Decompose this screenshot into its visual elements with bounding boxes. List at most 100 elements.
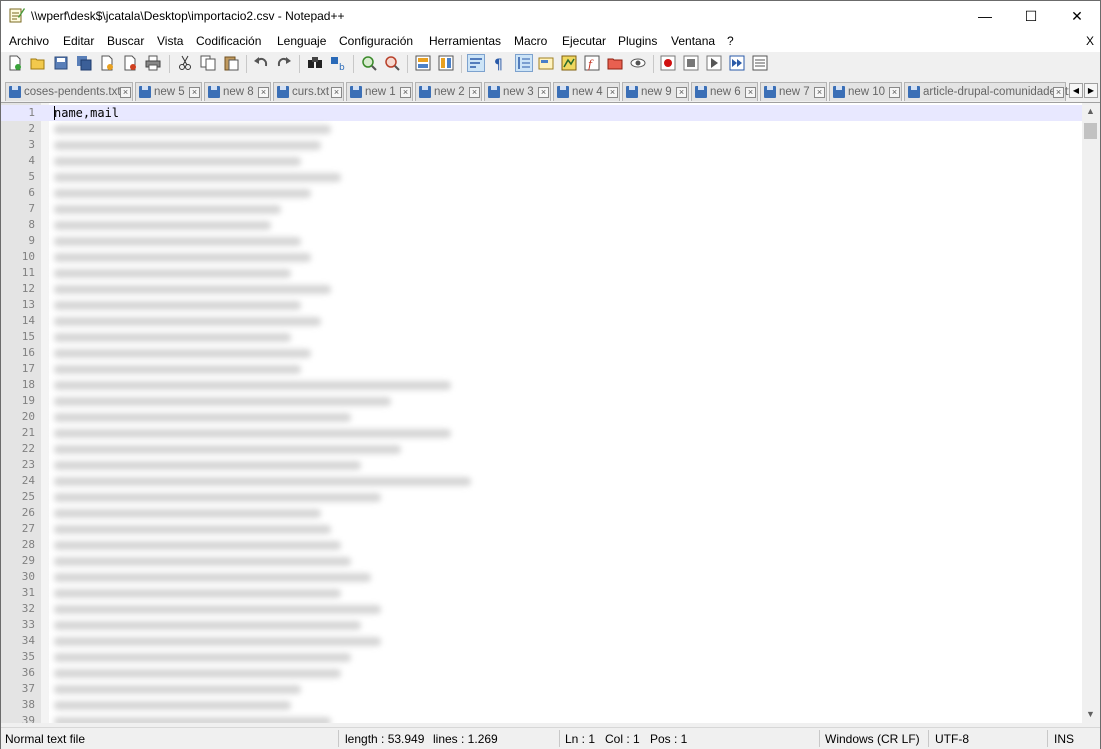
- scroll-down-arrow-icon[interactable]: ▼: [1082, 706, 1099, 723]
- tab-scroll-right-button[interactable]: ▶: [1084, 83, 1098, 98]
- save-all-icon[interactable]: [76, 55, 92, 71]
- scrollbar-thumb[interactable]: [1084, 123, 1097, 139]
- user-language-icon[interactable]: [538, 55, 554, 71]
- tab-item[interactable]: new 3 ×: [484, 82, 551, 101]
- tab-close-icon[interactable]: ×: [745, 87, 756, 98]
- tab-close-icon[interactable]: ×: [607, 87, 618, 98]
- maximize-button[interactable]: ☐: [1008, 1, 1054, 31]
- tab-item[interactable]: new 6 ×: [691, 82, 758, 101]
- stop-record-icon[interactable]: [683, 55, 699, 71]
- zoom-out-icon[interactable]: [384, 55, 400, 71]
- tab-item[interactable]: coses-pendents.txt ×: [5, 82, 133, 101]
- editor-line: 24: [1, 473, 1082, 489]
- monitoring-icon[interactable]: [630, 55, 646, 71]
- status-separator: [928, 730, 929, 747]
- toolbar: b ¶ f: [1, 52, 1100, 78]
- menu-ejecutar[interactable]: Ejecutar: [562, 34, 606, 48]
- menu-archivo[interactable]: Archivo: [9, 34, 49, 48]
- tab-label: curs.txt: [292, 86, 330, 98]
- menu-lenguaje[interactable]: Lenguaje: [277, 34, 326, 48]
- line-number: 5: [28, 170, 35, 183]
- tab-close-icon[interactable]: ×: [889, 87, 900, 98]
- run-macro-multiple-icon[interactable]: [729, 55, 745, 71]
- tab-item[interactable]: new 10 ×: [829, 82, 902, 101]
- status-insert-mode[interactable]: INS: [1054, 732, 1074, 746]
- tab-close-icon[interactable]: ×: [331, 87, 342, 98]
- tab-label: new 8: [223, 86, 254, 98]
- status-eol[interactable]: Windows (CR LF): [825, 732, 920, 746]
- line-number: 19: [21, 394, 35, 407]
- menu-vista[interactable]: Vista: [157, 34, 183, 48]
- word-wrap-icon[interactable]: [467, 54, 485, 72]
- editor-line: 25: [1, 489, 1082, 505]
- record-macro-icon[interactable]: [660, 55, 676, 71]
- vertical-scrollbar[interactable]: ▲ ▼: [1082, 103, 1099, 723]
- tab-item[interactable]: new 4 ×: [553, 82, 620, 101]
- tab-item[interactable]: new 2 ×: [415, 82, 482, 101]
- menu-herramientas[interactable]: Herramientas: [429, 34, 501, 48]
- copy-icon[interactable]: [200, 55, 216, 71]
- tab-close-icon[interactable]: ×: [400, 87, 411, 98]
- zoom-in-icon[interactable]: [361, 55, 377, 71]
- play-macro-icon[interactable]: [706, 55, 722, 71]
- tab-item[interactable]: new 8 ×: [204, 82, 271, 101]
- tab-close-icon[interactable]: ×: [258, 87, 269, 98]
- find-icon[interactable]: [307, 55, 323, 71]
- redacted-text: [54, 637, 381, 646]
- tab-item[interactable]: new 5 ×: [135, 82, 202, 101]
- tab-close-icon[interactable]: ×: [469, 87, 480, 98]
- menu-help[interactable]: ?: [727, 34, 734, 48]
- redo-icon[interactable]: [276, 55, 292, 71]
- tab-item[interactable]: article-drupal-comunidades.txt ×: [904, 82, 1077, 101]
- tab-close-icon[interactable]: ×: [189, 87, 200, 98]
- function-list-icon[interactable]: f: [584, 55, 600, 71]
- cut-icon[interactable]: [177, 55, 193, 71]
- tab-close-icon[interactable]: ×: [538, 87, 549, 98]
- line-number: 6: [28, 186, 35, 199]
- tab-close-icon[interactable]: ×: [676, 87, 687, 98]
- close-document-button[interactable]: X: [1086, 34, 1094, 48]
- open-file-icon[interactable]: [30, 55, 46, 71]
- document-map-icon[interactable]: [561, 55, 577, 71]
- redacted-text: [54, 445, 401, 454]
- close-window-button[interactable]: ✕: [1054, 1, 1100, 31]
- close-icon[interactable]: [99, 55, 115, 71]
- tab-scroll-arrows: ◀ ▶: [1069, 83, 1099, 99]
- status-encoding[interactable]: UTF-8: [935, 732, 969, 746]
- menu-editar[interactable]: Editar: [63, 34, 94, 48]
- undo-icon[interactable]: [253, 55, 269, 71]
- sync-vertical-icon[interactable]: [415, 55, 431, 71]
- menu-configuracion[interactable]: Configuración: [339, 34, 413, 48]
- print-icon[interactable]: [145, 55, 161, 71]
- minimize-button[interactable]: —: [962, 1, 1008, 31]
- folder-workspace-icon[interactable]: [607, 55, 623, 71]
- tab-close-icon[interactable]: ×: [814, 87, 825, 98]
- text-editor[interactable]: 1 name,mail 2 3 4 5 6 7 8 9 10 11 12 13 14 15 16 17 18 19 20…: [1, 103, 1082, 723]
- editor-line: 19: [1, 393, 1082, 409]
- status-lines: lines : 1.269: [433, 732, 498, 746]
- tab-close-icon[interactable]: ×: [120, 87, 131, 98]
- tab-item[interactable]: curs.txt ×: [273, 82, 344, 101]
- new-file-icon[interactable]: [7, 55, 23, 71]
- indent-guide-icon[interactable]: [515, 54, 533, 72]
- scroll-up-arrow-icon[interactable]: ▲: [1082, 103, 1099, 120]
- replace-icon[interactable]: b: [330, 55, 346, 71]
- paste-icon[interactable]: [223, 55, 239, 71]
- tab-item[interactable]: new 7 ×: [760, 82, 827, 101]
- menu-macro[interactable]: Macro: [514, 34, 547, 48]
- tab-item[interactable]: new 9 ×: [622, 82, 689, 101]
- tab-scroll-left-button[interactable]: ◀: [1069, 83, 1083, 98]
- menu-codificacion[interactable]: Codificación: [196, 34, 261, 48]
- menu-plugins[interactable]: Plugins: [618, 34, 657, 48]
- save-macro-icon[interactable]: [752, 55, 768, 71]
- show-all-chars-icon[interactable]: ¶: [491, 55, 507, 71]
- menu-ventana[interactable]: Ventana: [671, 34, 715, 48]
- tab-label: new 5: [154, 86, 185, 98]
- menu-buscar[interactable]: Buscar: [107, 34, 144, 48]
- close-all-icon[interactable]: [122, 55, 138, 71]
- sync-horizontal-icon[interactable]: [438, 55, 454, 71]
- tab-item[interactable]: new 1 ×: [346, 82, 413, 101]
- tab-close-icon[interactable]: ×: [1053, 87, 1064, 98]
- redacted-text: [54, 413, 351, 422]
- save-icon[interactable]: [53, 55, 69, 71]
